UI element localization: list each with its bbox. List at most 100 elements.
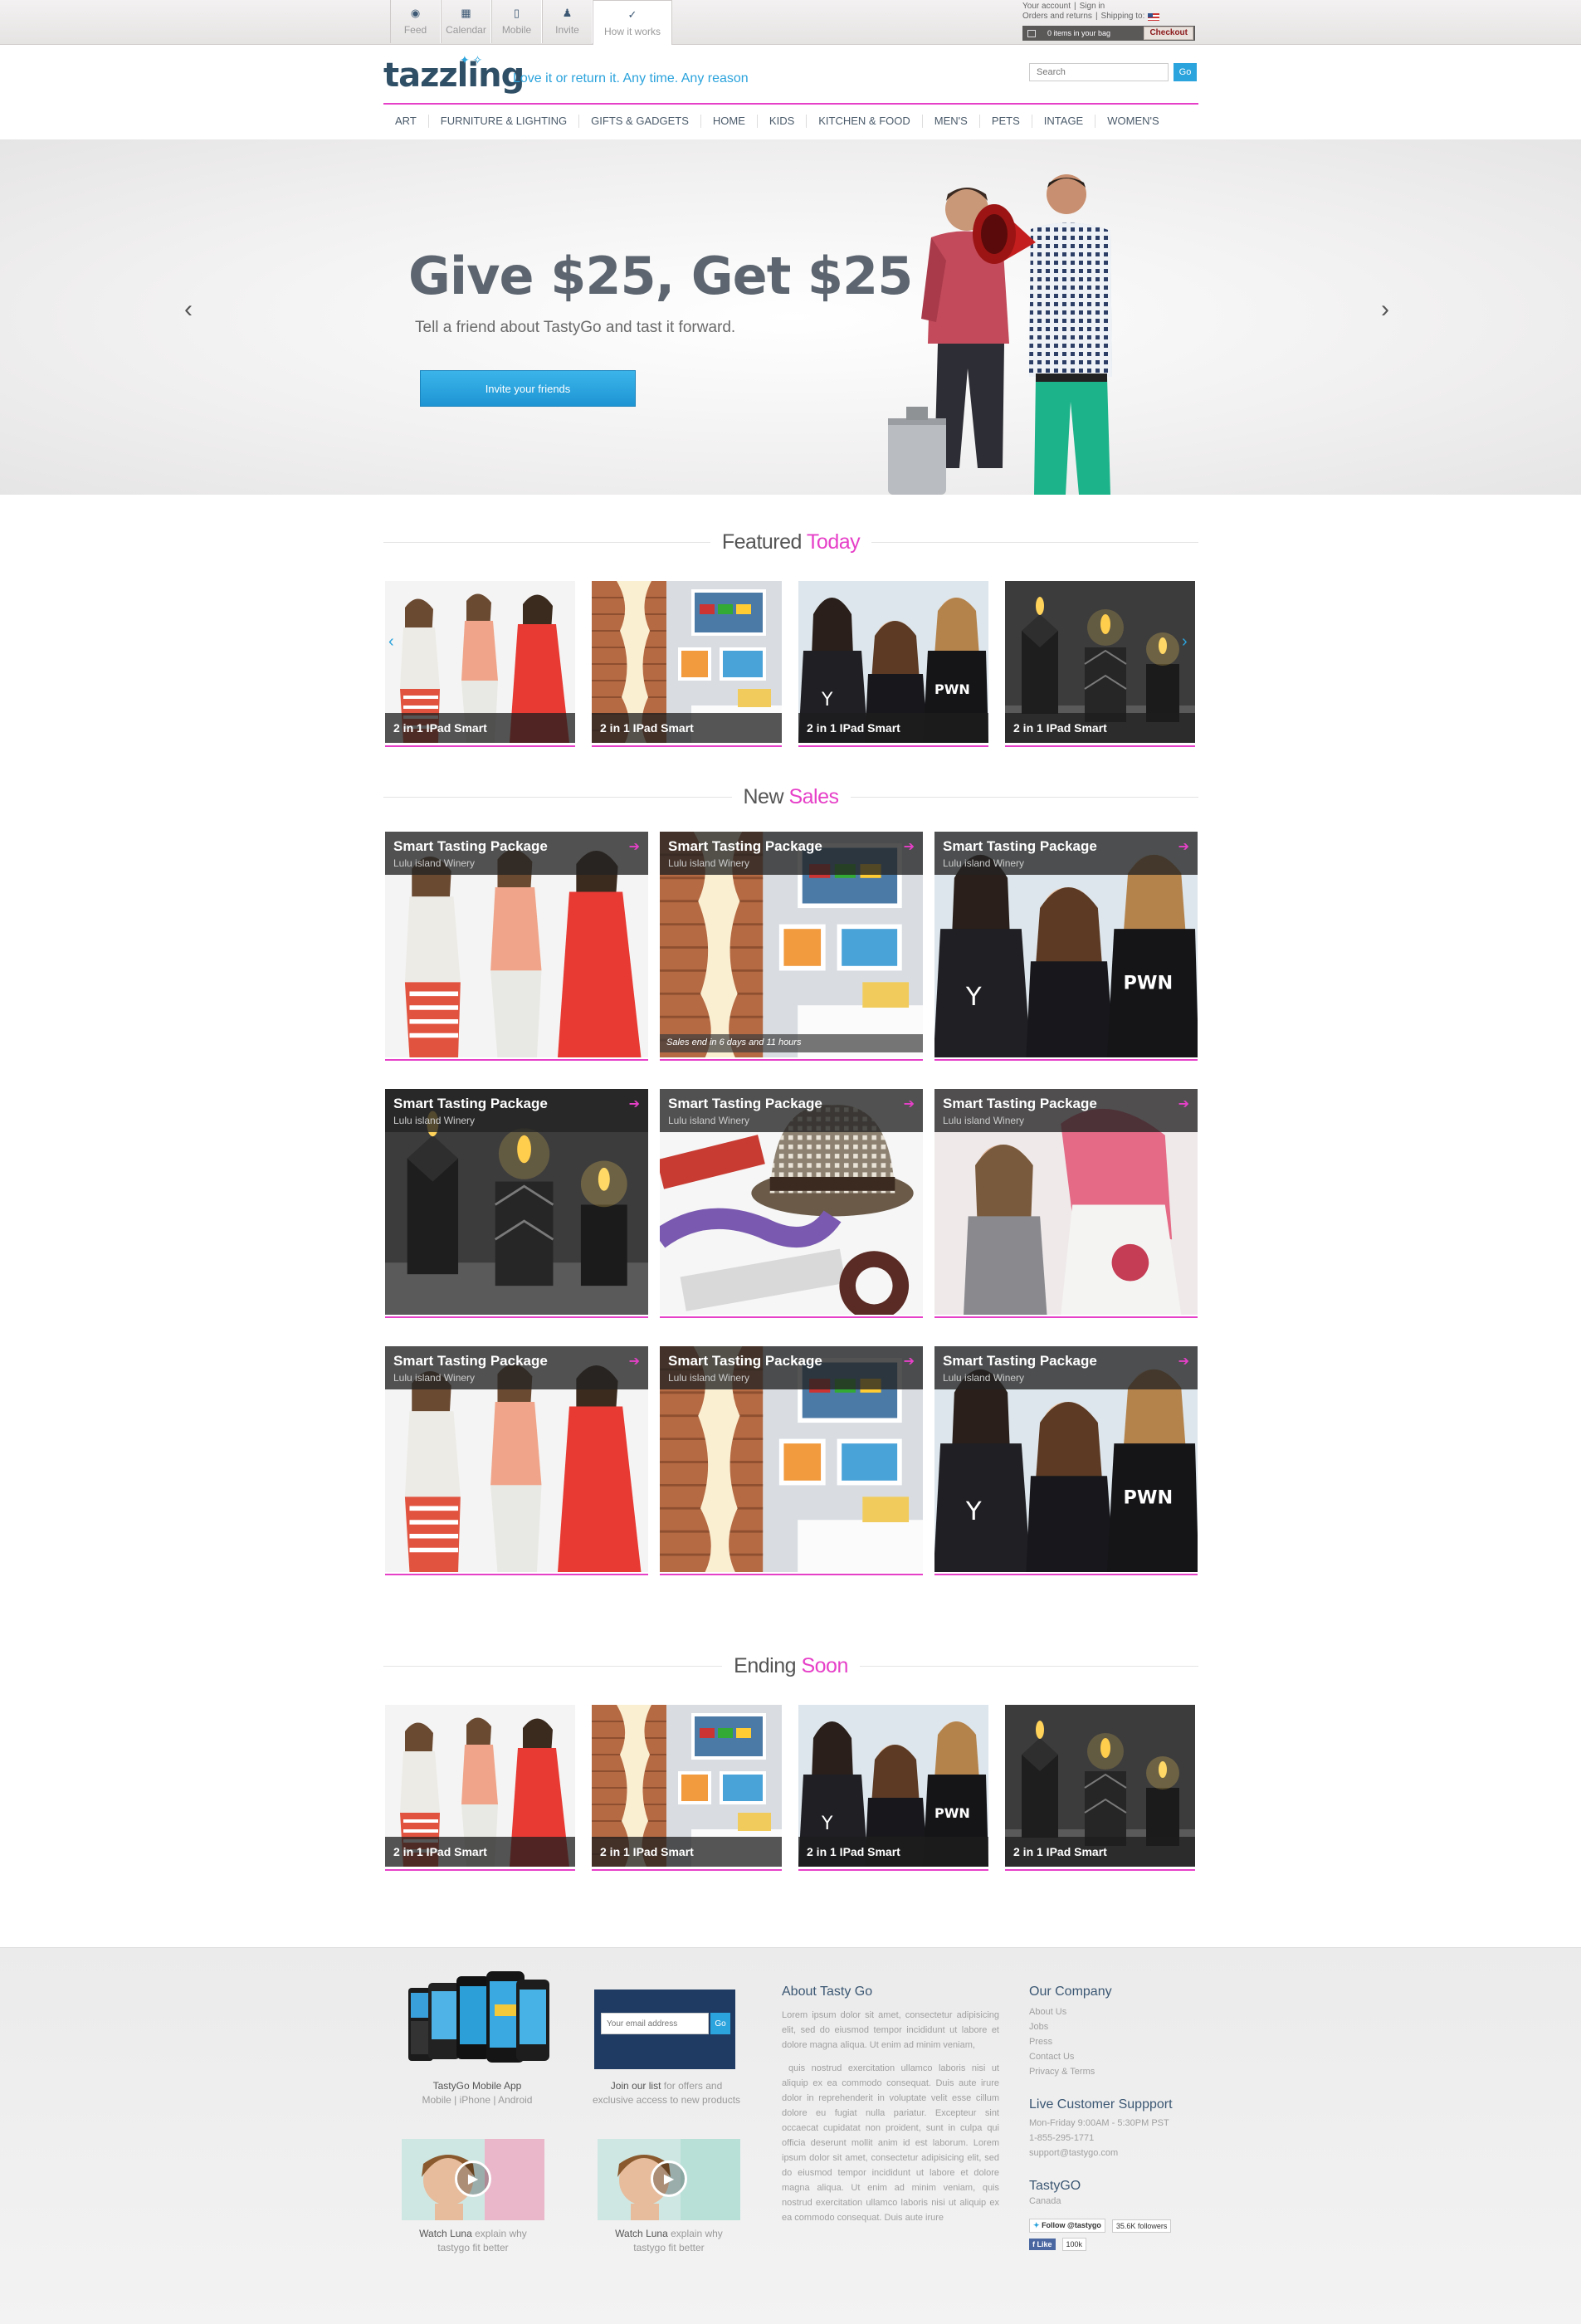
email-field[interactable] <box>601 2013 709 2034</box>
product-card[interactable]: Y PWN 2 in 1 IPad Smart <box>798 581 988 747</box>
video-title[interactable]: Watch Luna <box>615 2228 668 2239</box>
card-underline <box>660 1316 923 1318</box>
video-thumbnail[interactable]: ▶ <box>402 2139 544 2220</box>
nav-item-mens[interactable]: MEN'S <box>923 115 980 128</box>
hero-next-arrow[interactable]: › <box>1381 295 1389 324</box>
footer-link-contact[interactable]: Contact Us <box>1029 2049 1203 2064</box>
invite-icon: ♟ <box>562 7 573 19</box>
nav-item-kitchen[interactable]: KITCHEN & FOOD <box>807 115 923 128</box>
sale-card[interactable]: Smart Tasting Package Lulu island Winery… <box>934 1089 1198 1318</box>
nav-item-kids[interactable]: KIDS <box>758 115 808 128</box>
video-thumbnail[interactable]: ▶ <box>598 2139 740 2220</box>
sale-card[interactable]: Y PWN Smart Tasting Package Lulu island … <box>934 1346 1198 1575</box>
sale-card[interactable]: Y PWN Smart Tasting Package Lulu island … <box>934 832 1198 1061</box>
nav-item-intage[interactable]: INTAGE <box>1032 115 1096 128</box>
us-flag-icon[interactable] <box>1148 12 1160 21</box>
play-icon[interactable]: ▶ <box>651 2160 687 2197</box>
twitter-follow-button[interactable]: ✦ Follow @tastygo <box>1029 2219 1105 2233</box>
footer-link-privacy[interactable]: Privacy & Terms <box>1029 2064 1203 2079</box>
about-paragraph: Lorem ipsum dolor sit amet, consectetur … <box>782 2010 999 2050</box>
footer-link-jobs[interactable]: Jobs <box>1029 2019 1203 2034</box>
carousel-prev-arrow[interactable]: ‹ <box>388 632 394 652</box>
app-title[interactable]: TastyGo Mobile App <box>390 2079 564 2093</box>
product-thumbnail[interactable]: Y PWN 2 in 1 IPad Smart <box>798 581 988 743</box>
your-account-link[interactable]: Your account <box>1022 2 1071 12</box>
product-thumbnail[interactable]: Y PWN 2 in 1 IPad Smart <box>798 1705 988 1867</box>
search-button[interactable]: Go <box>1174 63 1197 81</box>
nav-item-pets[interactable]: PETS <box>980 115 1032 128</box>
product-thumbnail[interactable]: 2 in 1 IPad Smart <box>592 1705 782 1867</box>
footer-link-about[interactable]: About Us <box>1029 2004 1203 2019</box>
sale-card[interactable]: Smart Tasting Package Lulu island Winery… <box>385 1089 648 1318</box>
product-card[interactable]: 2 in 1 IPad Smart <box>1005 581 1195 747</box>
tab-how-it-works[interactable]: ✓ How it works <box>593 0 672 45</box>
orders-link[interactable]: Orders and returns <box>1022 12 1092 22</box>
footer-link-press[interactable]: Press <box>1029 2034 1203 2049</box>
product-card[interactable]: 2 in 1 IPad Smart <box>592 581 782 747</box>
search-input[interactable] <box>1029 63 1169 81</box>
logo[interactable]: tazzling ✦ ✧ <box>383 53 525 98</box>
arrow-right-icon[interactable]: ➔ <box>904 838 915 855</box>
sale-thumbnail[interactable]: Smart Tasting Package Lulu island Winery… <box>660 1346 923 1572</box>
sign-in-link[interactable]: Sign in <box>1080 2 1105 12</box>
tab-feed[interactable]: ◉ Feed <box>390 0 441 43</box>
facebook-like-button[interactable]: f Like <box>1029 2239 1056 2250</box>
product-card[interactable]: 2 in 1 IPad Smart <box>1005 1705 1195 1871</box>
product-thumbnail[interactable]: 2 in 1 IPad Smart <box>385 1705 575 1867</box>
sale-header: Smart Tasting Package Lulu island Winery… <box>385 832 648 875</box>
sale-card[interactable]: Smart Tasting Package Lulu island Winery… <box>660 1089 923 1318</box>
tab-invite[interactable]: ♟ Invite <box>542 0 593 43</box>
sale-name: Smart Tasting Package <box>943 1096 1097 1111</box>
nav-item-art[interactable]: ART <box>383 115 429 128</box>
utility-tabs: ◉ Feed ▦ Calendar ▯ Mobile ♟ Invite ✓ Ho… <box>390 0 672 45</box>
arrow-right-icon[interactable]: ➔ <box>629 1096 640 1112</box>
sale-thumbnail[interactable]: Smart Tasting Package Lulu island Winery… <box>385 1346 648 1572</box>
checkout-button[interactable]: Checkout <box>1144 27 1193 40</box>
product-thumbnail[interactable]: 2 in 1 IPad Smart <box>592 581 782 743</box>
tab-calendar[interactable]: ▦ Calendar <box>441 0 491 43</box>
play-icon[interactable]: ▶ <box>455 2160 491 2197</box>
nav-item-gifts[interactable]: GIFTS & GADGETS <box>579 115 701 128</box>
shipping-label: Shipping to: <box>1100 12 1145 21</box>
newsletter-go-button[interactable]: Go <box>710 2013 730 2034</box>
arrow-right-icon[interactable]: ➔ <box>629 838 640 855</box>
sale-thumbnail[interactable]: Smart Tasting Package Lulu island Winery… <box>660 1089 923 1315</box>
product-thumbnail[interactable]: 2 in 1 IPad Smart <box>1005 581 1195 743</box>
sale-thumbnail[interactable]: Smart Tasting Package Lulu island Winery… <box>660 832 923 1057</box>
product-card[interactable]: 2 in 1 IPad Smart <box>385 581 575 747</box>
sale-card[interactable]: Smart Tasting Package Lulu island Winery… <box>660 1346 923 1575</box>
featured-today-title: Featured Today <box>383 530 1198 554</box>
arrow-right-icon[interactable]: ➔ <box>1178 838 1189 855</box>
arrow-right-icon[interactable]: ➔ <box>904 1353 915 1370</box>
tab-mobile[interactable]: ▯ Mobile <box>491 0 542 43</box>
product-card[interactable]: 2 in 1 IPad Smart <box>592 1705 782 1871</box>
nav-item-home[interactable]: HOME <box>701 115 758 128</box>
carousel-next-arrow[interactable]: › <box>1182 632 1188 652</box>
product-thumbnail[interactable]: 2 in 1 IPad Smart <box>1005 1705 1195 1867</box>
product-thumbnail[interactable]: 2 in 1 IPad Smart <box>385 581 575 743</box>
video-desc: explain why <box>475 2228 527 2239</box>
video-title[interactable]: Watch Luna <box>419 2228 472 2239</box>
support-email[interactable]: support@tastygo.com <box>1029 2146 1203 2160</box>
nav-item-womens[interactable]: WOMEN'S <box>1095 115 1170 128</box>
sale-card[interactable]: Smart Tasting Package Lulu island Winery… <box>385 1346 648 1575</box>
mobile-icon: ▯ <box>513 7 520 19</box>
product-card[interactable]: Y PWN 2 in 1 IPad Smart <box>798 1705 988 1871</box>
product-card[interactable]: 2 in 1 IPad Smart <box>385 1705 575 1871</box>
app-platforms[interactable]: Mobile | iPhone | Android <box>390 2093 564 2107</box>
sale-thumbnail[interactable]: Y PWN Smart Tasting Package Lulu island … <box>934 832 1198 1057</box>
arrow-right-icon[interactable]: ➔ <box>904 1096 915 1112</box>
arrow-right-icon[interactable]: ➔ <box>1178 1353 1189 1370</box>
sale-card[interactable]: Smart Tasting Package Lulu island Winery… <box>385 832 648 1061</box>
hero-prev-arrow[interactable]: ‹ <box>184 295 193 324</box>
arrow-right-icon[interactable]: ➔ <box>629 1353 640 1370</box>
newsletter-text: Join our list for offers and exclusive a… <box>578 2079 755 2107</box>
sale-card[interactable]: Smart Tasting Package Lulu island Winery… <box>660 832 923 1061</box>
invite-friends-button[interactable]: Invite your friends <box>420 370 636 407</box>
sale-thumbnail[interactable]: Y PWN Smart Tasting Package Lulu island … <box>934 1346 1198 1572</box>
sale-thumbnail[interactable]: Smart Tasting Package Lulu island Winery… <box>934 1089 1198 1315</box>
sale-thumbnail[interactable]: Smart Tasting Package Lulu island Winery… <box>385 832 648 1057</box>
arrow-right-icon[interactable]: ➔ <box>1178 1096 1189 1112</box>
nav-item-furniture[interactable]: FURNITURE & LIGHTING <box>429 115 580 128</box>
sale-thumbnail[interactable]: Smart Tasting Package Lulu island Winery… <box>385 1089 648 1315</box>
